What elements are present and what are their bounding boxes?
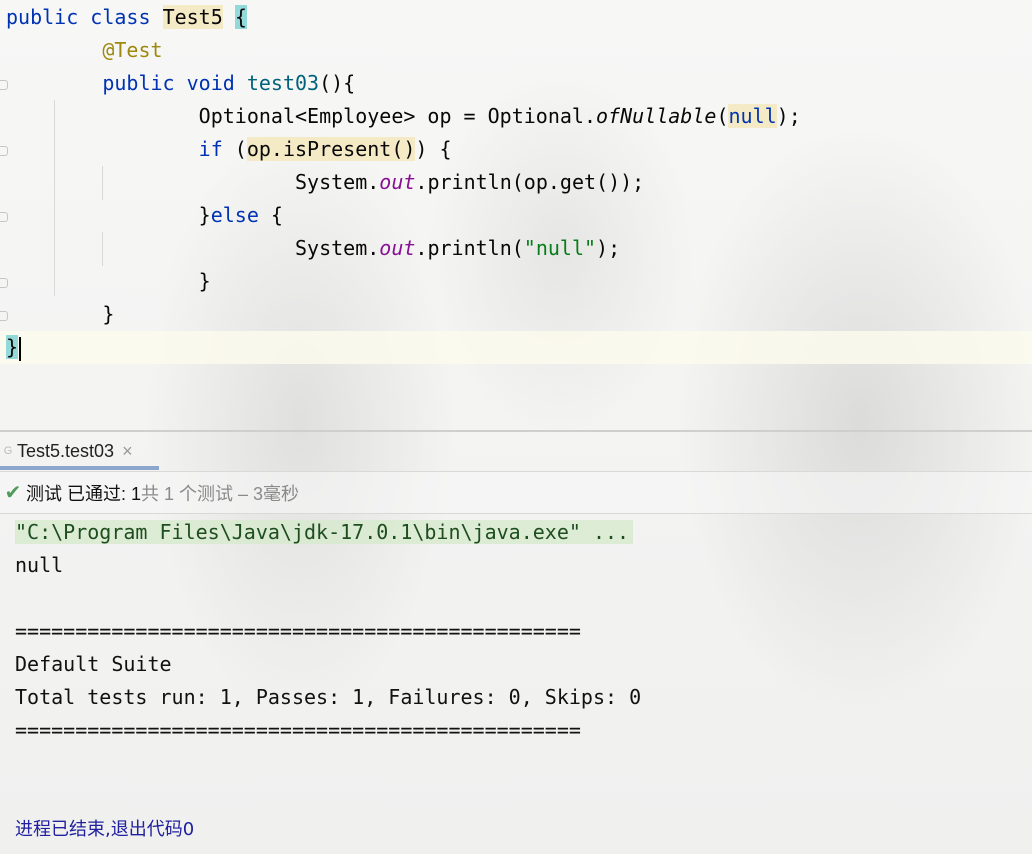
method-name: test03: [246, 71, 320, 95]
static-field: out: [379, 236, 416, 260]
code-text: .println(op.get());: [415, 170, 645, 194]
static-method-call: ofNullable: [596, 104, 717, 128]
code-line-annotation[interactable]: @Test: [6, 34, 163, 67]
static-field: out: [379, 170, 416, 194]
code-line-close-class[interactable]: }: [6, 331, 22, 364]
keyword: class: [90, 5, 151, 29]
keyword: public: [6, 5, 79, 29]
console-suite-name: Default Suite: [15, 652, 172, 676]
console-separator: ========================================…: [15, 619, 581, 643]
active-tab-indicator: [0, 466, 159, 470]
condition-highlight: op.isPresent(): [246, 137, 416, 161]
code-text: ) {: [415, 137, 452, 161]
code-text: System.: [294, 236, 380, 260]
keyword: public: [102, 71, 175, 95]
keyword: else: [210, 203, 259, 227]
code-editor[interactable]: public class Test5 { @Test public void t…: [0, 0, 1032, 430]
keyword: void: [186, 71, 235, 95]
code-text: }: [198, 203, 211, 227]
test-status-bar: ✔ 测试 已通过: 1 共 1 个测试 – 3毫秒: [0, 471, 1032, 514]
code-text: );: [596, 236, 621, 260]
console-output-line: null: [15, 553, 64, 577]
code-line-print1[interactable]: System.out.println(op.get());: [6, 166, 644, 199]
console-exit-message: 进程已结束,退出代码0: [15, 819, 195, 840]
run-config-icon: G: [3, 445, 13, 457]
code-line-class-decl[interactable]: public class Test5 {: [6, 1, 247, 34]
code-text: (){: [319, 71, 356, 95]
code-text: }: [102, 302, 115, 326]
brace: {: [234, 5, 247, 29]
keyword-null: null: [728, 104, 777, 128]
current-line-highlight: [0, 331, 1032, 364]
code-text: Optional<Employee> op = Optional.: [198, 104, 597, 128]
tab-run-test5-test03[interactable]: G Test5.test03 ×: [0, 432, 159, 470]
run-tab-bar: G Test5.test03 ×: [0, 432, 1032, 470]
code-line-print2[interactable]: System.out.println("null");: [6, 232, 620, 265]
code-text: }: [198, 269, 211, 293]
code-text: (: [234, 137, 247, 161]
text-caret: [19, 336, 22, 361]
keyword: if: [198, 137, 223, 161]
code-text: );: [776, 104, 801, 128]
code-line-if[interactable]: if (op.isPresent()) {: [6, 133, 452, 166]
code-line-else[interactable]: }else {: [6, 199, 283, 232]
string-literal: "null": [523, 236, 597, 260]
code-line-close-method[interactable]: }: [6, 298, 114, 331]
check-icon: ✔: [4, 482, 22, 504]
code-text: (: [716, 104, 729, 128]
test-status-text: 测试 已通过: 1: [26, 483, 142, 504]
code-text: .println(: [415, 236, 524, 260]
code-text: {: [258, 203, 283, 227]
close-icon[interactable]: ×: [122, 441, 133, 462]
code-line-method-decl[interactable]: public void test03(){: [6, 67, 355, 100]
code-line-optional[interactable]: Optional<Employee> op = Optional.ofNulla…: [6, 100, 801, 133]
brace: }: [6, 335, 19, 359]
annotation: @Test: [102, 38, 163, 62]
test-status-detail: 共 1 个测试 – 3毫秒: [141, 483, 300, 504]
code-line-close-if[interactable]: }: [6, 265, 211, 298]
console-summary: Total tests run: 1, Passes: 1, Failures:…: [15, 685, 642, 709]
class-name: Test5: [162, 5, 223, 29]
console-command-line[interactable]: "C:\Program Files\Java\jdk-17.0.1\bin\ja…: [15, 520, 634, 544]
code-text: System.: [294, 170, 380, 194]
console-separator: ========================================…: [15, 718, 581, 742]
tab-label: Test5.test03: [17, 440, 115, 461]
